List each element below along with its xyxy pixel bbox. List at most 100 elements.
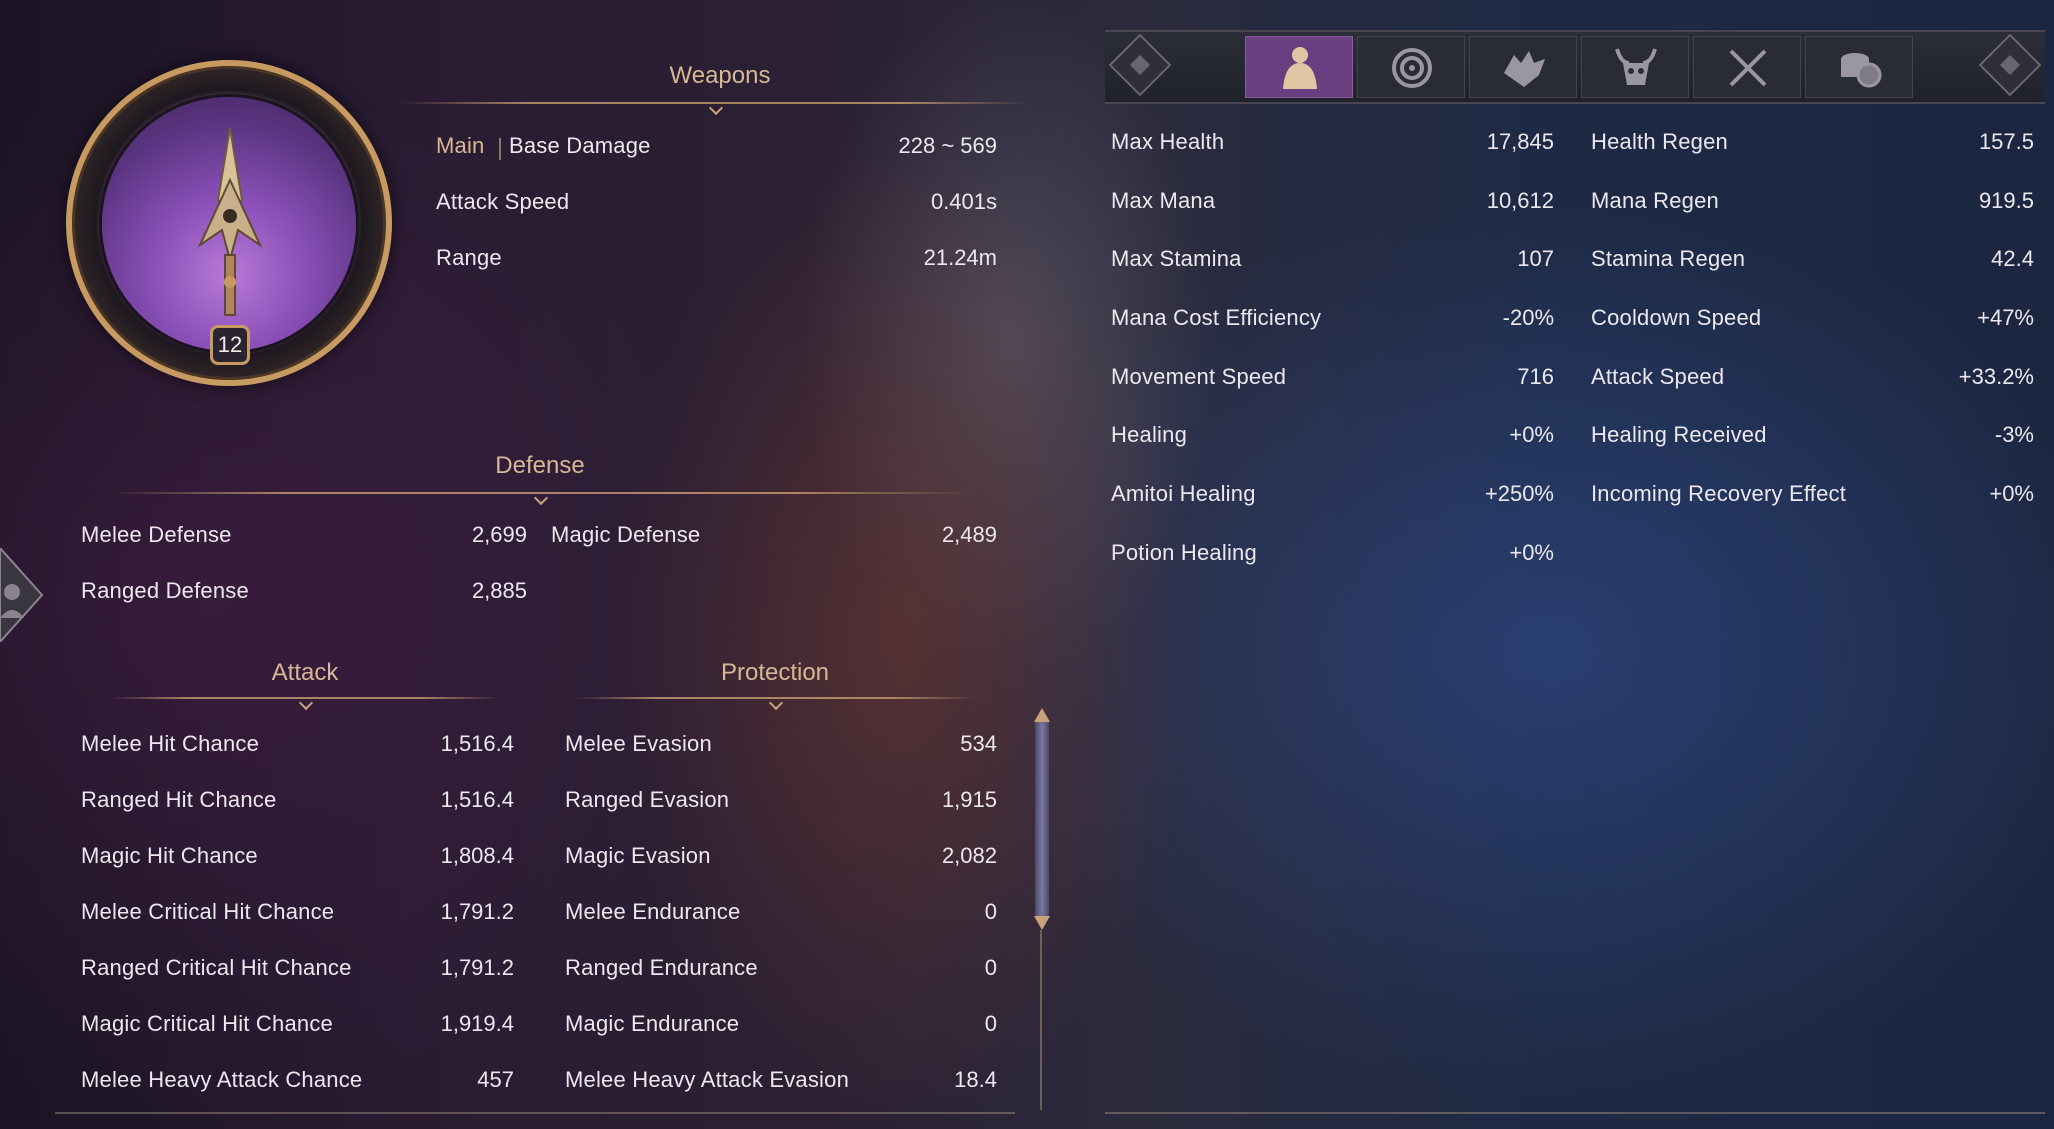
general-stat-value: 10,612 [1486,188,1554,213]
right-bottom-border [1105,1112,2045,1114]
general-stat-label: Potion Healing [1111,540,1257,565]
protection-stat-value: 0 [984,899,997,924]
tab-demon[interactable] [1581,36,1689,98]
attack-divider [110,697,500,699]
left-panel-arrow-icon[interactable] [0,548,44,642]
protection-stat-value: 0 [984,955,997,980]
magic-defense-value: 2,489 [941,522,997,547]
attack-stat-value: 1,791.2 [440,955,514,980]
attack-stat-label: Melee Critical Hit Chance [81,899,335,924]
attack-stat-label: Ranged Hit Chance [81,787,277,812]
beast-icon [1504,51,1545,87]
general-stat-value: -3% [1994,422,2034,447]
attack-stat-label: Melee Heavy Attack Chance [81,1067,363,1092]
weapons-divider [400,102,1030,104]
protection-stat-label: Melee Heavy Attack Evasion [565,1067,850,1092]
attack-stat-value: 1,516.4 [440,731,514,756]
general-stat-label: Attack Speed [1591,364,1725,389]
general-stat-label: Mana Regen [1591,188,1719,213]
protection-stat-label: Ranged Evasion [565,787,730,812]
general-stat-label: Healing Received [1591,422,1767,447]
ranged-defense-value: 2,885 [471,578,527,603]
protection-stat-value: 1,915 [941,787,997,812]
spear-icon [197,127,263,316]
weapon-stat-label: Range [436,245,502,270]
attack-stat-label: Melee Hit Chance [81,731,260,756]
column-separator [1040,930,1042,1110]
coins-icon [1841,53,1882,88]
scroll-up-icon[interactable] [1034,708,1050,722]
protection-stat-label: Magic Endurance [565,1011,740,1036]
general-stat-label: Mana Cost Efficiency [1111,305,1322,330]
left-bottom-border [55,1112,1015,1114]
general-stat-label: Stamina Regen [1591,246,1746,271]
protection-stat-label: Melee Endurance [565,899,741,924]
weapon-stat-value: 228 ~ 569 [898,133,997,158]
general-stat-value: +0% [1509,540,1554,565]
general-stat-label: Movement Speed [1111,364,1287,389]
general-stat-value: 42.4 [1991,246,2034,271]
protection-stat-value: 534 [960,731,997,756]
attack-stat-label: Magic Hit Chance [81,843,258,868]
general-stat-value: +250% [1484,481,1554,506]
general-stat-value: +47% [1977,305,2034,330]
attack-header: Attack [271,659,339,686]
attack-stat-value: 457 [477,1067,514,1092]
general-stat-label: Cooldown Speed [1591,305,1762,330]
protection-stat-label: Magic Evasion [565,843,711,868]
scroll-down-icon[interactable] [1034,916,1050,930]
weapon-stat-label: Attack Speed [436,189,570,214]
weapon-stat-value: 0.401s [930,189,997,214]
general-stat-value: 919.5 [1978,188,2034,213]
general-stat-value: 107 [1517,246,1554,271]
demon-icon [1615,48,1657,85]
protection-divider [575,697,975,699]
tab-prev-icon[interactable] [1105,30,1175,100]
general-stat-value: +33.2% [1958,364,2034,389]
protection-stat-value: 0 [984,1011,997,1036]
general-stat-value: 157.5 [1978,129,2034,154]
weapon-stat-label: Base Damage [509,133,651,158]
weapon-stat-value: 21.24m [923,245,997,270]
general-stat-value: 17,845 [1486,129,1554,154]
tab-beast[interactable] [1469,36,1577,98]
tab-next-icon[interactable] [1975,30,2045,100]
tab-combat[interactable] [1693,36,1801,98]
tab-character-stats[interactable] [1245,36,1353,98]
attack-stat-value: 1,808.4 [440,843,514,868]
tab-economy[interactable] [1805,36,1913,98]
protection-header: Protection [720,659,830,686]
protection-stat-label: Ranged Endurance [565,955,758,980]
weapons-header: Weapons [669,62,771,89]
attack-stat-label: Ranged Critical Hit Chance [81,955,352,980]
attack-stat-value: 1,516.4 [440,787,514,812]
magic-defense-label: Magic Defense [551,522,701,547]
general-stat-value: +0% [1989,481,2034,506]
body-icon [1283,47,1317,89]
defense-header: Defense [495,452,585,479]
general-stat-value: +0% [1509,422,1554,447]
weapon-level-badge: 12 [210,325,250,365]
main-weapon-tag: Main [436,133,485,158]
attack-stat-value: 1,919.4 [440,1011,514,1036]
crossed-swords-icon [1729,49,1767,87]
defense-divider [110,492,970,494]
tag-separator [499,138,501,160]
protection-stat-label: Melee Evasion [565,731,712,756]
melee-defense-label: Melee Defense [81,522,232,547]
general-stat-label: Incoming Recovery Effect [1591,481,1847,506]
swirl-icon [1392,48,1432,88]
stats-scrollbar[interactable] [1035,718,1049,918]
general-stat-value: -20% [1502,305,1554,330]
attack-stat-label: Magic Critical Hit Chance [81,1011,333,1036]
general-stat-label: Amitoi Healing [1111,481,1256,506]
tab-magic[interactable] [1357,36,1465,98]
attack-stat-value: 1,791.2 [440,899,514,924]
general-stat-value: 716 [1517,364,1554,389]
general-stat-label: Health Regen [1591,129,1728,154]
general-stat-label: Max Stamina [1111,246,1242,271]
protection-stat-value: 18.4 [954,1067,997,1092]
melee-defense-value: 2,699 [471,522,527,547]
general-stat-label: Max Health [1111,129,1225,154]
general-stat-label: Max Mana [1111,188,1216,213]
